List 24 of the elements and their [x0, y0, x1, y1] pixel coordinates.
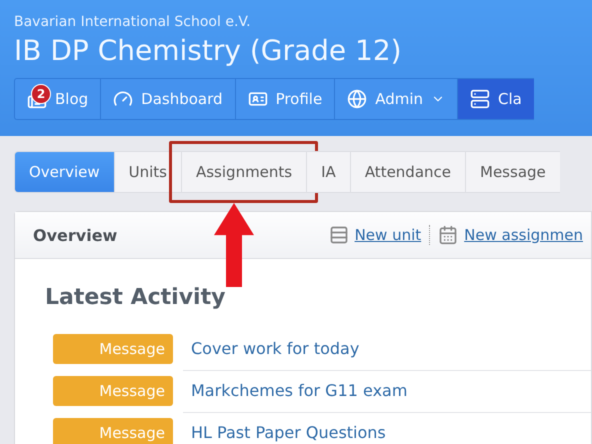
tab[interactable]: Attendance [350, 151, 466, 193]
tab[interactable]: Message [465, 151, 560, 193]
message-tag: Message [53, 376, 173, 406]
message-tag: Message [53, 418, 173, 444]
nav-item[interactable]: Cla [457, 78, 534, 120]
activity-link[interactable]: HL Past Paper Questions [191, 423, 386, 442]
tab[interactable]: Units [114, 151, 181, 193]
activity-link[interactable]: Markchemes for G11 exam [191, 381, 408, 400]
tab[interactable]: IA [306, 151, 350, 193]
action-link[interactable]: New assignmen [429, 225, 591, 245]
activity-link[interactable]: Cover work for today [191, 339, 360, 358]
card-title: Overview [33, 226, 118, 244]
course-title: IB DP Chemistry (Grade 12) [14, 33, 403, 69]
nav-item[interactable]: Admin [334, 78, 458, 120]
notification-badge: 2 [31, 84, 51, 104]
message-tag: Message [53, 334, 173, 364]
nav-item[interactable]: Dashboard [100, 78, 235, 120]
tab[interactable]: Overview [14, 151, 114, 193]
nav-item[interactable]: 2 Blog [14, 78, 100, 120]
school-name: Bavarian International School e.V. [14, 13, 252, 32]
section-heading: Latest Activity [45, 285, 226, 310]
tab[interactable]: Assignments [180, 151, 306, 193]
nav-item[interactable]: Profile [234, 78, 334, 120]
action-link[interactable]: New unit [320, 225, 430, 245]
